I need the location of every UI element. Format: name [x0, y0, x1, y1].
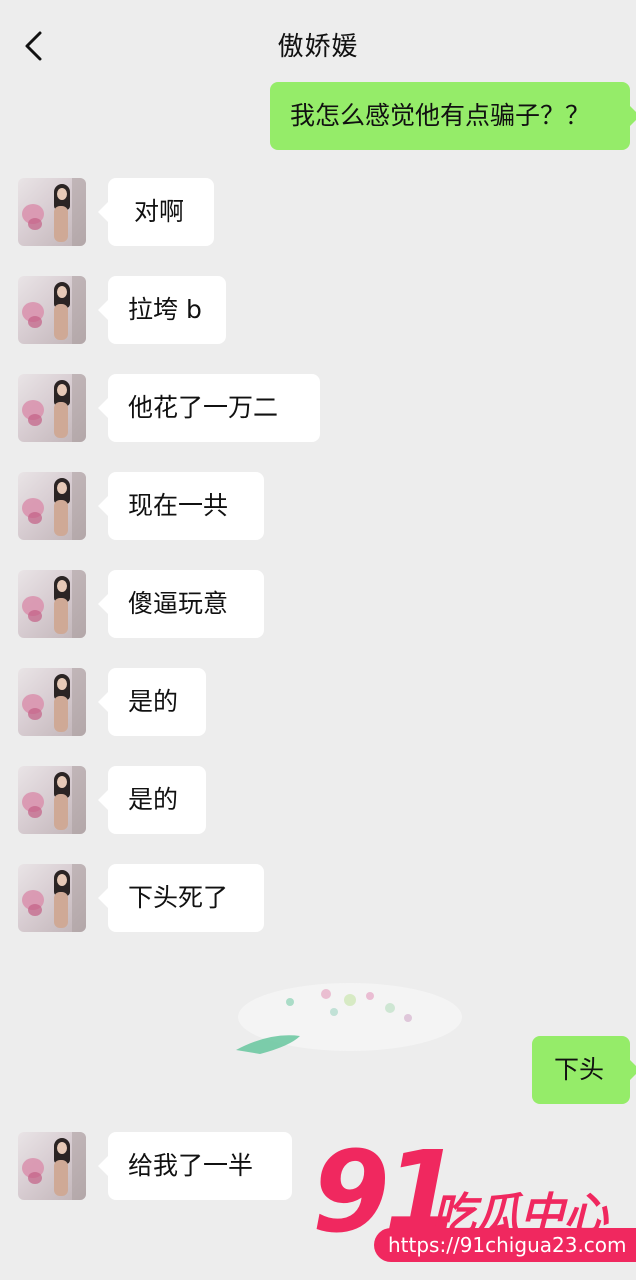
message-bubble-received[interactable]: 下头死了 [98, 864, 264, 932]
chat-title: 傲娇媛 [277, 32, 359, 62]
message-bubble-received[interactable]: 对啊 [98, 178, 214, 246]
contact-avatar[interactable] [18, 374, 86, 442]
contact-avatar[interactable] [18, 668, 86, 736]
contact-avatar[interactable] [18, 1132, 86, 1200]
message-bubble-received[interactable]: 现在一共 [98, 472, 264, 540]
watermark-url: https://91chigua23.com [374, 1228, 636, 1262]
site-watermark: 91 吃瓜中心 https://91chigua23.com [312, 1128, 636, 1280]
message-bubble-received[interactable]: 是的 [98, 668, 206, 736]
message-bubble-sent[interactable]: 下头 [532, 1036, 636, 1104]
contact-avatar[interactable] [18, 766, 86, 834]
chat-header: 傲娇媛 [0, 0, 636, 84]
contact-avatar[interactable] [18, 570, 86, 638]
message-bubble-received[interactable]: 给我了一半 [98, 1132, 292, 1200]
contact-avatar[interactable] [18, 864, 86, 932]
message-bubble-received[interactable]: 拉垮 b [98, 276, 226, 344]
contact-avatar[interactable] [18, 178, 86, 246]
message-bubble-sent[interactable]: 我怎么感觉他有点骗子？？ [270, 82, 636, 150]
message-bubble-received[interactable]: 他花了一万二 [98, 374, 320, 442]
message-bubble-received[interactable]: 傻逼玩意 [98, 570, 264, 638]
message-bubble-received[interactable]: 是的 [98, 766, 206, 834]
contact-avatar[interactable] [18, 276, 86, 344]
sticker-image[interactable] [230, 972, 470, 1062]
contact-avatar[interactable] [18, 472, 86, 540]
